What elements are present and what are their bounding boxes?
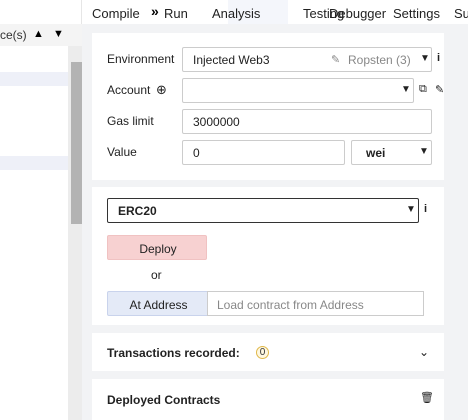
tab-settings[interactable]: Settings (393, 6, 440, 21)
chevron-down-icon[interactable]: ▼ (53, 28, 64, 40)
chevron-down-icon: ▼ (419, 146, 429, 157)
network-name: Ropsten (3) (348, 53, 411, 67)
trash-icon[interactable]: 🗑 (420, 391, 434, 404)
value-input[interactable]: 0 (182, 140, 345, 165)
tab-compile[interactable]: Compile (92, 6, 140, 21)
at-address-label: At Address (129, 298, 188, 312)
value-unit-select[interactable]: wei ▼ (351, 140, 432, 165)
tab-debugger[interactable]: Debugger (329, 6, 386, 21)
value-unit: wei (366, 146, 386, 160)
tab-analysis[interactable]: Analysis (212, 6, 260, 21)
account-label: Account (107, 83, 151, 97)
file-row-selected[interactable] (0, 72, 68, 86)
tab-support[interactable]: Su (454, 6, 468, 21)
gas-limit-label: Gas limit (107, 114, 154, 128)
contract-address-input[interactable]: Load contract from Address (207, 291, 424, 316)
account-select[interactable]: ▼ (182, 78, 414, 103)
environment-select[interactable]: Injected Web3 ✎ Ropsten (3) ▼ (182, 47, 432, 72)
deployed-contracts-label: Deployed Contracts (107, 393, 221, 407)
contract-select[interactable]: ERC20 ▼ (107, 198, 419, 223)
file-explorer-title: ce(s) (0, 28, 27, 42)
deploy-label: Deploy (139, 242, 177, 256)
chevron-down-icon: ▼ (420, 53, 430, 64)
transactions-count-badge: 0 (256, 346, 269, 359)
value-label: Value (107, 145, 137, 159)
edit-icon[interactable]: ✎ (435, 83, 444, 96)
plug-icon: ✎ (331, 54, 341, 66)
or-label: or (151, 268, 162, 282)
deploy-button[interactable]: Deploy (107, 235, 207, 260)
chevron-down-icon[interactable]: ⌄ (419, 345, 429, 359)
file-explorer-panel: ce(s) ▲ ▼ (0, 0, 82, 420)
copy-icon[interactable]: ⧉ (419, 83, 427, 96)
tab-bar: » Compile Run Analysis Testing Debugger … (82, 0, 468, 24)
double-chevron-right-icon[interactable]: » (151, 3, 159, 19)
gas-limit-input[interactable]: 3000000 (182, 109, 432, 134)
gas-limit-value: 3000000 (193, 115, 240, 129)
file-row-selected[interactable] (0, 156, 68, 170)
info-icon[interactable]: i (437, 52, 440, 64)
chevron-down-icon: ▼ (406, 204, 416, 215)
at-address-button[interactable]: At Address (107, 291, 208, 316)
environment-value: Injected Web3 (193, 53, 270, 67)
chevron-up-icon[interactable]: ▲ (33, 28, 44, 40)
tab-run[interactable]: Run (164, 6, 188, 21)
contract-name: ERC20 (118, 204, 157, 218)
plus-circle-icon[interactable]: ⊕ (156, 82, 167, 98)
transactions-label: Transactions recorded: (107, 346, 240, 360)
chevron-down-icon: ▼ (401, 84, 411, 95)
contract-address-placeholder: Load contract from Address (217, 298, 364, 312)
environment-label: Environment (107, 52, 175, 66)
file-explorer-header: ce(s) ▲ ▼ (0, 24, 82, 46)
info-icon[interactable]: i (424, 203, 427, 215)
scrollbar-thumb[interactable] (71, 62, 82, 224)
value-amount: 0 (193, 146, 200, 160)
